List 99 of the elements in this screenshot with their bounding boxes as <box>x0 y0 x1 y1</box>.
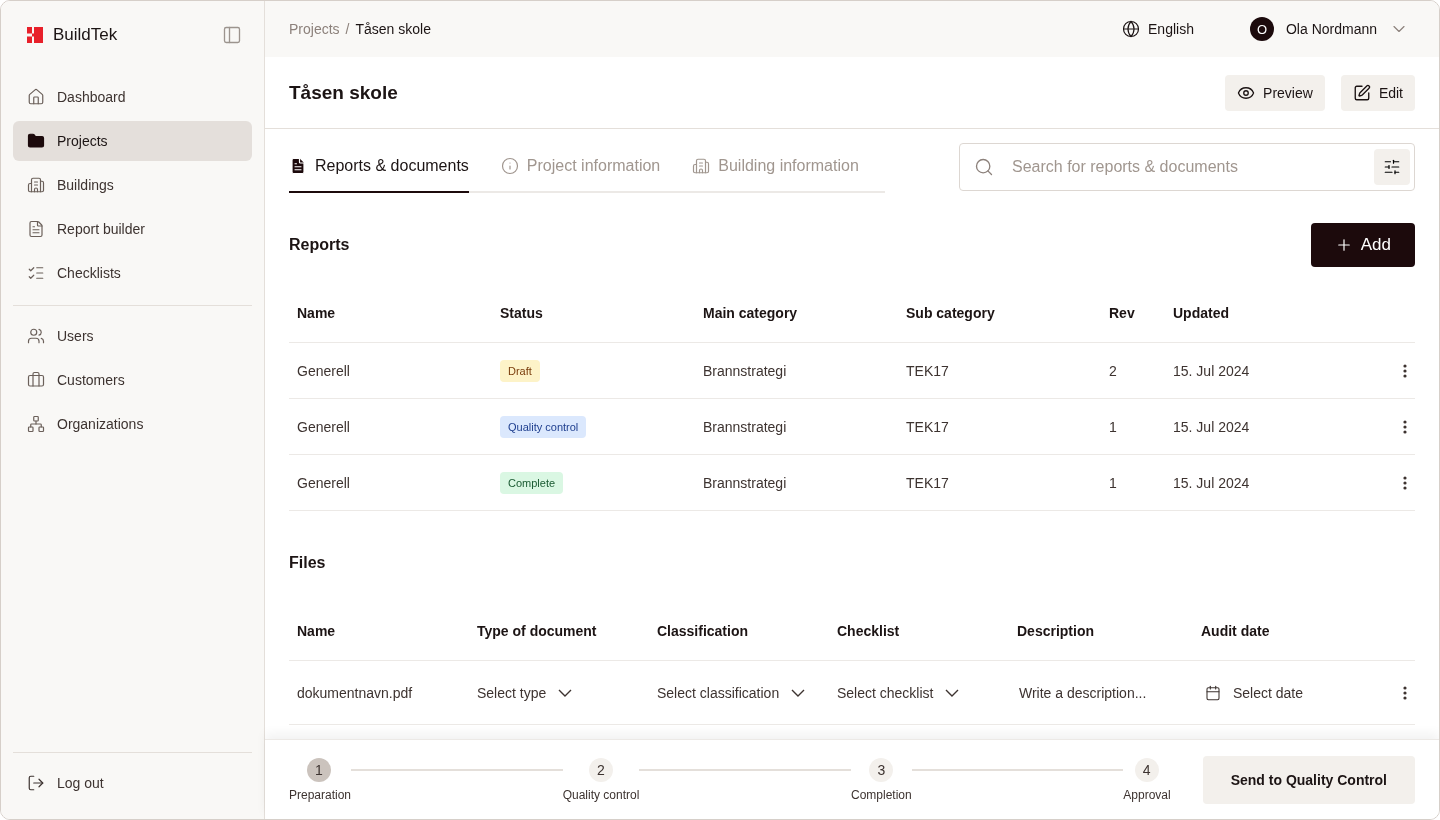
more-icon <box>1403 419 1407 434</box>
page-title: Tåsen skole <box>289 81 398 104</box>
edit-icon <box>1352 83 1371 102</box>
column-header: Rev <box>1101 283 1165 343</box>
more-icon <box>1403 363 1407 378</box>
logout-link[interactable]: Log out <box>13 763 252 803</box>
select-dropdown[interactable]: Select classification <box>657 684 806 701</box>
step-label: Completion <box>850 787 912 802</box>
sidebar-item[interactable]: Projects <box>13 121 252 161</box>
table-cell: Brannstrategi <box>703 418 787 435</box>
status-badge: Quality control <box>500 415 587 438</box>
logo-icon <box>27 27 43 43</box>
more-button[interactable] <box>1403 475 1407 490</box>
table-cell: Generell <box>297 474 350 491</box>
column-header: Checklist <box>829 601 1009 661</box>
more-icon <box>1403 685 1407 700</box>
table-cell: 15. Jul 2024 <box>1173 474 1250 491</box>
calendar-icon <box>1205 684 1221 701</box>
table-cell: Brannstrategi <box>703 474 787 491</box>
briefcase-icon <box>27 371 45 389</box>
column-header: Status <box>492 283 695 343</box>
column-header: Description <box>1009 601 1193 661</box>
sidebar-item[interactable]: Report builder <box>13 209 252 249</box>
more-icon <box>1403 475 1407 490</box>
add-button[interactable]: Add <box>1310 223 1415 267</box>
table-cell: 1 <box>1109 474 1117 491</box>
logout-icon <box>27 774 45 792</box>
table-cell: TEK17 <box>906 362 949 379</box>
edit-button[interactable]: Edit <box>1340 74 1415 111</box>
user-avatar: O <box>1249 17 1274 41</box>
table-cell: Brannstrategi <box>703 362 787 379</box>
folder-icon <box>27 132 45 150</box>
chevron-down-icon <box>791 688 806 697</box>
step-number: 4 <box>1134 757 1159 782</box>
column-header: Classification <box>649 601 829 661</box>
tab[interactable]: Reports & documents <box>289 141 469 193</box>
more-button[interactable] <box>1403 419 1407 434</box>
date-picker[interactable]: Select date <box>1201 684 1304 701</box>
sidebar-item[interactable]: Users <box>13 316 252 356</box>
globe-icon <box>1122 20 1141 38</box>
info-icon <box>500 157 519 175</box>
select-dropdown[interactable]: Select checklist <box>837 684 960 701</box>
sidebar-item[interactable]: Customers <box>13 360 252 400</box>
table-cell: Generell <box>297 362 350 379</box>
breadcrumb-separator: / <box>345 21 350 37</box>
language-button[interactable]: English <box>1116 19 1200 39</box>
user-menu-button[interactable]: O Ola Nordmann <box>1243 16 1415 42</box>
sliders-icon <box>1383 158 1401 176</box>
breadcrumb-link[interactable]: Tåsen skole <box>355 21 431 37</box>
step-label: Approval <box>1123 787 1171 802</box>
building-icon <box>692 157 711 175</box>
table-cell: 2 <box>1109 362 1117 379</box>
breadcrumb-link[interactable]: Projects <box>289 21 340 37</box>
table-cell: Generell <box>297 418 350 435</box>
table-cell: 1 <box>1109 418 1117 435</box>
brand-name: BuildTek <box>53 25 118 45</box>
step-label: Quality control <box>562 787 640 802</box>
home-icon <box>27 88 45 106</box>
sidebar-item[interactable]: Dashboard <box>13 77 252 117</box>
column-header: Updated <box>1165 283 1415 343</box>
sidebar-item[interactable]: Checklists <box>13 253 252 293</box>
document-icon <box>27 220 45 238</box>
users-icon <box>27 327 45 345</box>
step-number: 3 <box>869 757 894 782</box>
column-header: Audit date <box>1193 601 1415 661</box>
table-cell: TEK17 <box>906 418 949 435</box>
step-number: 2 <box>589 757 613 782</box>
hierarchy-icon <box>27 415 45 433</box>
sidebar-toggle-icon[interactable] <box>222 25 242 45</box>
section-title: Reports <box>289 236 350 254</box>
chevron-down-icon <box>945 688 960 697</box>
search-icon <box>974 157 994 177</box>
checklist-icon <box>27 264 45 282</box>
chevron-down-icon <box>558 688 573 697</box>
status-badge: Complete <box>500 471 564 494</box>
column-header: Main category <box>695 283 898 343</box>
column-header: Sub category <box>898 283 1101 343</box>
table-cell: 15. Jul 2024 <box>1173 418 1250 435</box>
preview-button[interactable]: Preview <box>1225 74 1325 111</box>
sidebar-item[interactable]: Organizations <box>13 404 252 444</box>
step-number: 1 <box>307 757 331 782</box>
column-header: Name <box>289 283 492 343</box>
search-field[interactable]: Search for reports & documents <box>959 143 1415 191</box>
document-icon <box>289 157 307 175</box>
building-icon <box>27 176 45 194</box>
table-cell: TEK17 <box>906 474 949 491</box>
status-badge: Draft <box>500 359 540 382</box>
more-button[interactable] <box>1403 363 1407 378</box>
table-cell: dokumentnavn.pdf <box>297 684 413 701</box>
column-header: Name <box>289 601 469 661</box>
section-title: Files <box>289 554 326 572</box>
column-header: Type of document <box>469 601 649 661</box>
sidebar-item[interactable]: Buildings <box>13 165 252 205</box>
send-button[interactable]: Send to Quality Control <box>1202 755 1415 804</box>
more-button[interactable] <box>1403 685 1407 700</box>
table-cell: 15. Jul 2024 <box>1173 362 1250 379</box>
select-dropdown[interactable]: Select type <box>477 684 573 701</box>
step-label: Preparation <box>289 787 352 802</box>
filter-button[interactable] <box>1374 149 1410 185</box>
